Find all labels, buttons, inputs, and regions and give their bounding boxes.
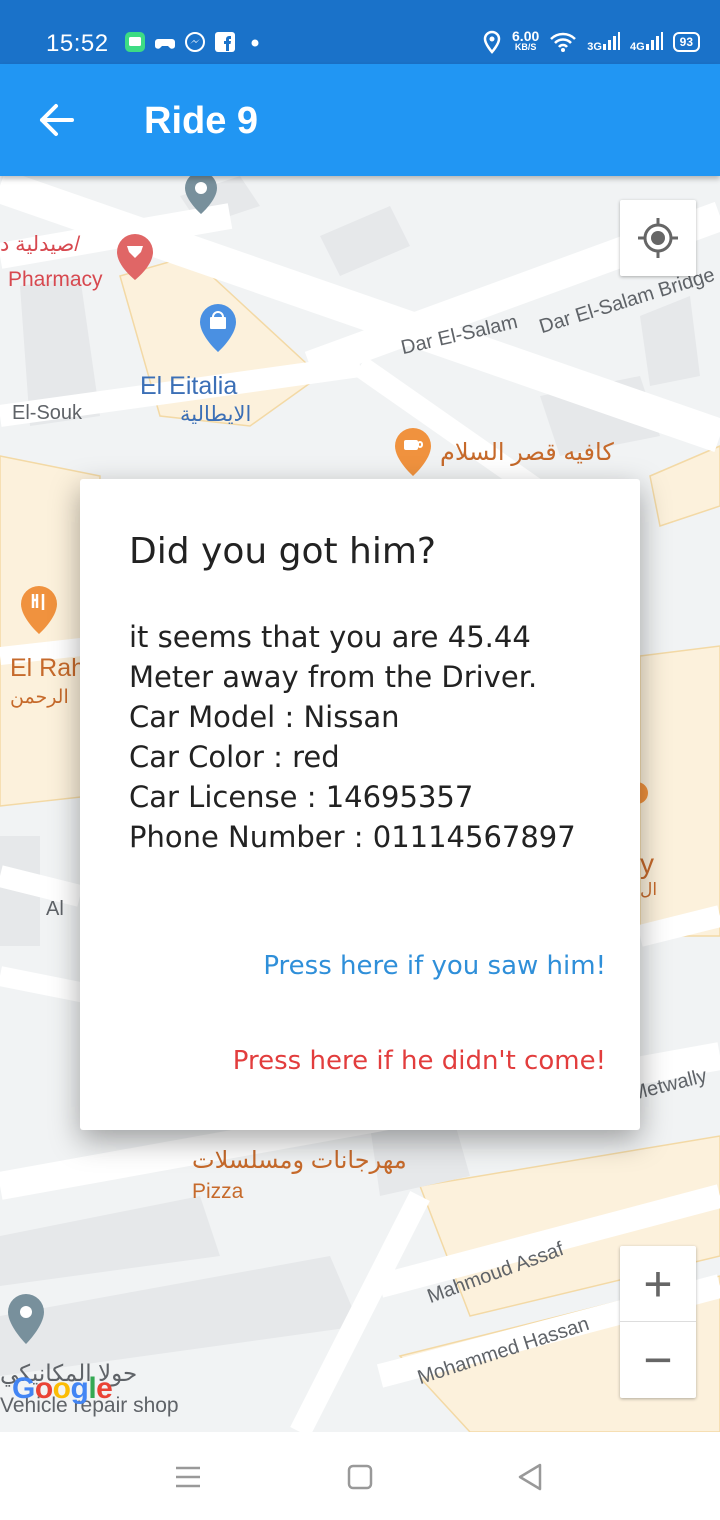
battery-indicator: 93 [672, 32, 700, 52]
sim2-signal: 4G [629, 31, 663, 53]
wifi-icon [550, 32, 577, 52]
driver-found-dialog: Did you got him? it seems that you are 4… [80, 479, 640, 1130]
messages-icon [125, 32, 145, 52]
notification-icons [124, 31, 266, 53]
dialog-title: Did you got him? [129, 531, 437, 572]
sim2-label: 4G [629, 40, 645, 53]
back-triangle-icon[interactable] [516, 1462, 544, 1492]
sim1-signal: 3G [587, 31, 620, 53]
location-icon [483, 30, 501, 54]
dialog-line-phone: Phone Number : 01114567897 [129, 820, 576, 854]
menu-lines-icon[interactable] [174, 1462, 202, 1492]
dialog-line-car-color: Car Color : red [129, 740, 340, 774]
net-speed: 6.00 KB/S [512, 28, 540, 53]
saw-him-button[interactable]: Press here if you saw him! [263, 951, 606, 981]
net-speed-value: 6.00 [512, 28, 540, 44]
dialog-line-distance: it seems that you are 45.44 [129, 620, 531, 654]
system-nav-bar [0, 1432, 720, 1520]
arrow-left-icon[interactable] [36, 102, 76, 138]
status-time: 15:52 [46, 30, 109, 57]
signal-bars-icon [645, 31, 663, 50]
status-right: 6.00 KB/S 3G 4G 93 [482, 28, 700, 54]
page-title: Ride 9 [144, 100, 259, 142]
more-dot-icon [251, 39, 259, 47]
dialog-line-distance-cont: Meter away from the Driver. [129, 660, 538, 694]
status-bar: 15:52 6.00 KB/S 3G 4G 93 [0, 0, 720, 64]
didnt-come-button[interactable]: Press here if he didn't come! [233, 1046, 606, 1076]
game-controller-icon [155, 39, 175, 49]
facebook-icon [215, 32, 235, 52]
messenger-icon [185, 32, 205, 52]
app-bar: Ride 9 [0, 64, 720, 176]
dialog-line-car-model: Car Model : Nissan [129, 700, 400, 734]
home-square-icon[interactable] [346, 1462, 374, 1492]
signal-bars-icon [602, 31, 620, 50]
sim1-label: 3G [587, 40, 602, 53]
dialog-body: it seems that you are 45.44 Meter away f… [129, 617, 576, 857]
net-speed-unit: KB/S [514, 42, 537, 52]
dialog-line-car-license: Car License : 14695357 [129, 780, 474, 814]
